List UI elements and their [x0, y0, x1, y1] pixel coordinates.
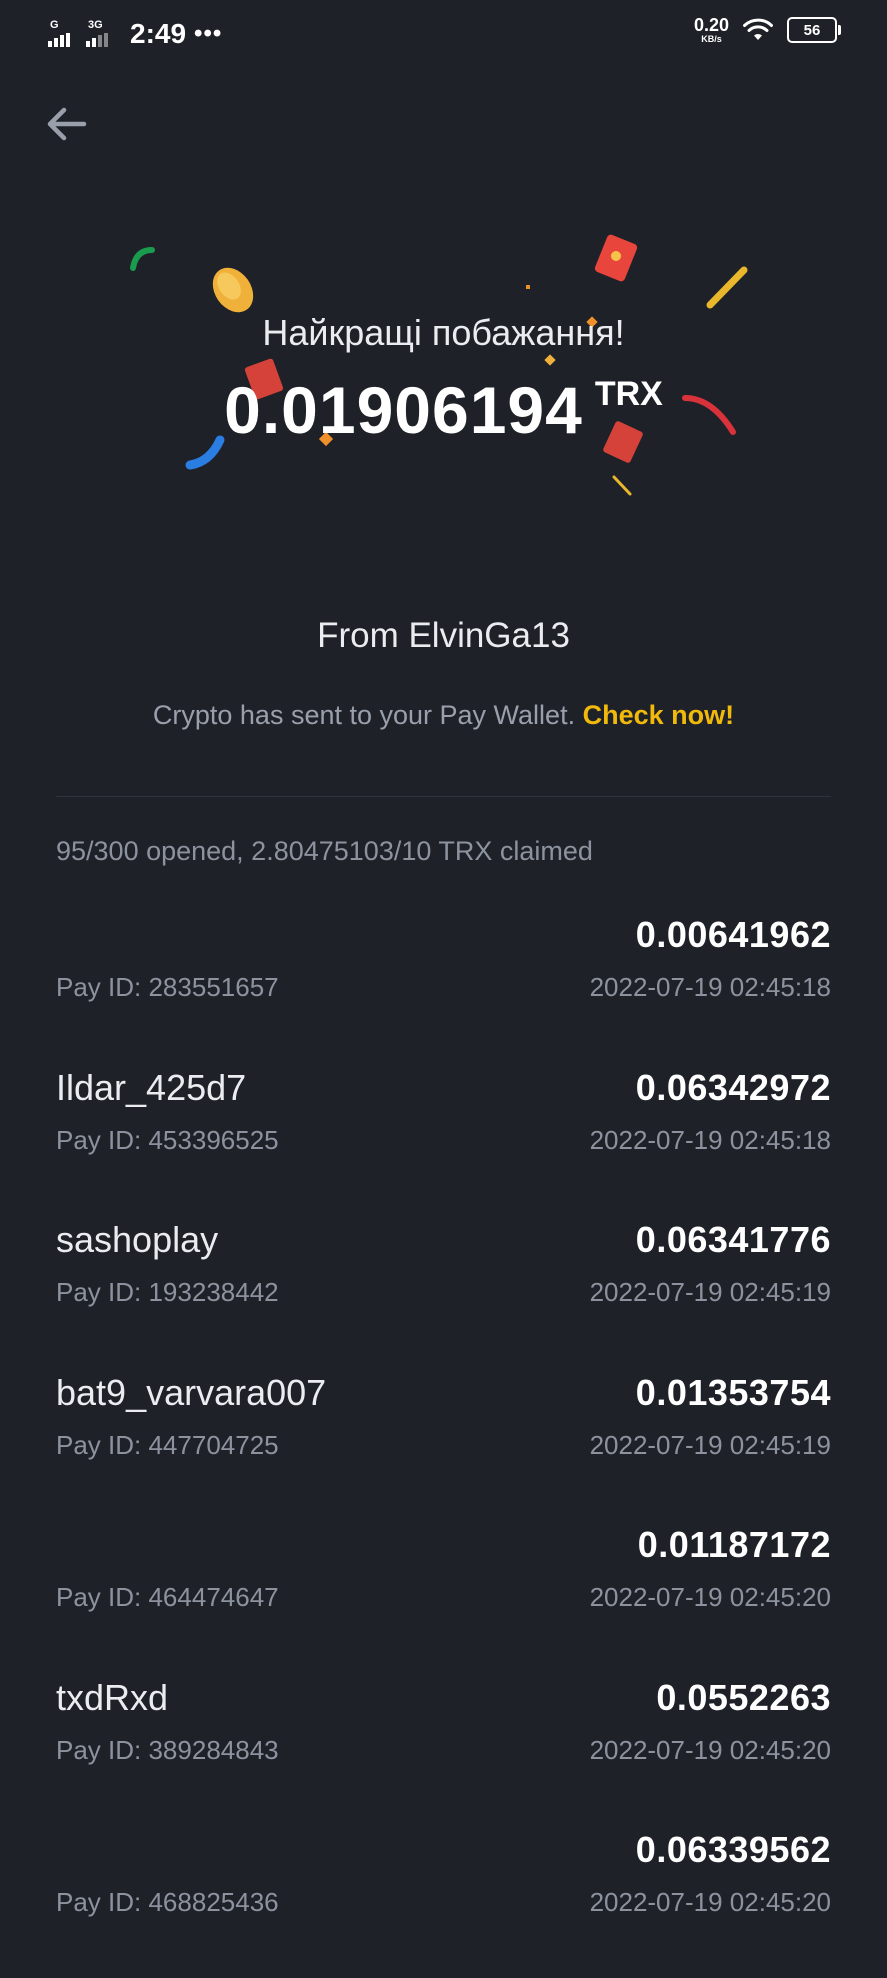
divider: [56, 796, 831, 797]
signal-3g-icon: 3G: [86, 19, 116, 47]
list-item: 0.00641962 Pay ID: 283551657 2022-07-19 …: [56, 910, 831, 1063]
back-button[interactable]: [40, 98, 92, 150]
list-item: bat9_varvara007 0.01353754 Pay ID: 44770…: [56, 1368, 831, 1521]
battery-icon: 56: [787, 17, 841, 43]
sent-notice: Crypto has sent to your Pay Wallet. Chec…: [0, 700, 887, 731]
received-amount-value: 0.01906194: [224, 373, 583, 447]
list-item: Ildar_425d7 0.06342972 Pay ID: 453396525…: [56, 1063, 831, 1216]
list-item: txdRxd 0.0552263 Pay ID: 389284843 2022-…: [56, 1673, 831, 1826]
received-amount: 0.01906194 TRX: [0, 372, 887, 448]
claim-timestamp: 2022-07-19 02:45:19: [589, 1277, 831, 1307]
claimer-pay-id: Pay ID: 464474647: [56, 1582, 279, 1612]
network-type-label: 3G: [88, 19, 103, 31]
claimer-pay-id: Pay ID: 453396525: [56, 1124, 279, 1155]
claim-timestamp: 2022-07-19 02:45:18: [589, 972, 831, 1002]
claimer-pay-id: Pay ID: 447704725: [56, 1429, 279, 1460]
check-now-link[interactable]: Check now!: [583, 700, 735, 730]
status-time: 2:49: [130, 18, 187, 49]
network-speed-value: 0.20: [693, 15, 729, 35]
claimer-pay-id: Pay ID: 283551657: [56, 972, 279, 1002]
received-amount-unit: TRX: [594, 375, 663, 413]
claimer-name: bat9_varvara007: [56, 1371, 327, 1413]
list-item: 0.06339562 Pay ID: 468825436 2022-07-19 …: [56, 1825, 831, 1978]
arrow-left-icon: [47, 107, 87, 141]
claim-amount: 0.01353754: [635, 1371, 831, 1413]
claim-amount: 0.00641962: [635, 914, 831, 955]
battery-level: 56: [803, 21, 821, 39]
list-item: 0.01187172 Pay ID: 464474647 2022-07-19 …: [56, 1520, 831, 1673]
claim-timestamp: 2022-07-19 02:45:19: [589, 1429, 831, 1460]
claim-timestamp: 2022-07-19 02:45:18: [589, 1124, 831, 1155]
claimer-pay-id: Pay ID: 193238442: [56, 1277, 279, 1307]
claimer-name: sashoplay: [56, 1219, 219, 1260]
status-bar: G 3G 2:49 ••• 0.20 KB/s 56: [0, 0, 887, 70]
claim-timestamp: 2022-07-19 02:45:20: [589, 1582, 831, 1612]
claimer-pay-id: Pay ID: 468825436: [56, 1887, 279, 1917]
sent-notice-text: Crypto has sent to your Pay Wallet.: [152, 700, 583, 730]
wifi-icon: [743, 18, 773, 40]
network-type-label: G: [50, 19, 59, 31]
claims-list: 0.00641962 Pay ID: 283551657 2022-07-19 …: [56, 910, 831, 1978]
network-speed: 0.20 KB/s: [694, 16, 729, 44]
claimer-name: Ildar_425d7: [56, 1066, 247, 1108]
more-notifications-icon: •••: [194, 20, 223, 47]
signal-g-icon: G: [48, 19, 78, 47]
claim-amount: 0.06339562: [635, 1829, 831, 1870]
claim-summary: 95/300 opened, 2.80475103/10 TRX claimed: [56, 836, 593, 866]
greeting-title: Найкращі побажання!: [262, 312, 625, 353]
claim-amount: 0.06341776: [635, 1219, 831, 1260]
network-speed-unit: KB/s: [701, 34, 722, 44]
claim-timestamp: 2022-07-19 02:45:20: [589, 1734, 831, 1765]
sender-label: From ElvinGa13: [317, 616, 570, 655]
claimer-name: txdRxd: [56, 1676, 169, 1718]
claim-timestamp: 2022-07-19 02:45:20: [589, 1887, 831, 1917]
claim-amount: 0.0552263: [656, 1676, 831, 1718]
claimer-pay-id: Pay ID: 389284843: [56, 1734, 279, 1765]
list-item: sashoplay 0.06341776 Pay ID: 193238442 2…: [56, 1215, 831, 1368]
claim-amount: 0.06342972: [635, 1066, 831, 1108]
claim-amount: 0.01187172: [637, 1524, 831, 1565]
